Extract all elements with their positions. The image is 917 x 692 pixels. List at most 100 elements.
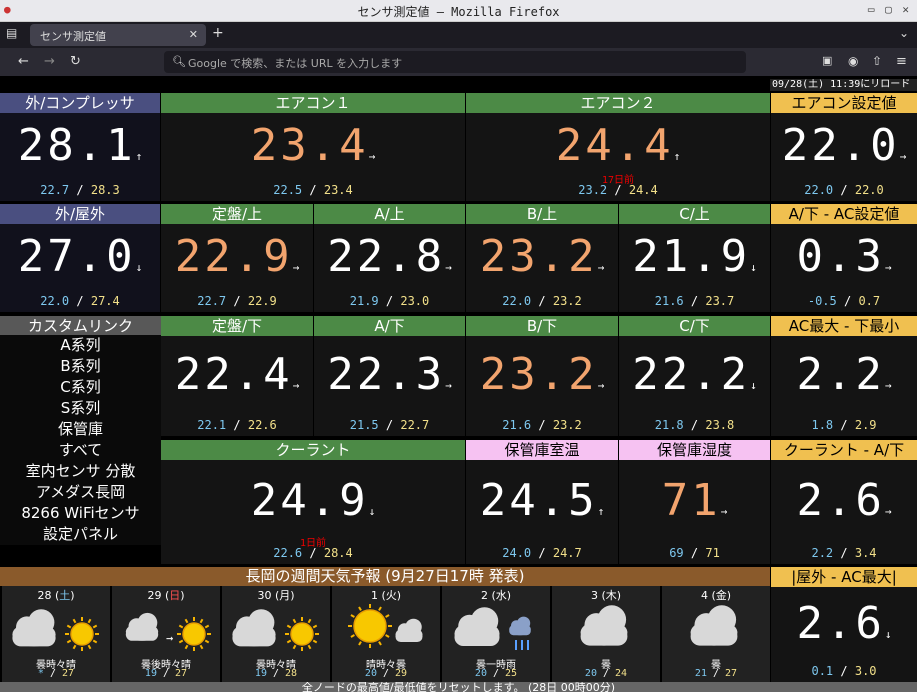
weather-minmax: 19 / 28 bbox=[254, 668, 298, 679]
back-button[interactable]: ← bbox=[18, 54, 29, 69]
sensor-max: 0.7 bbox=[858, 294, 881, 308]
sensor-value: 2.2→ bbox=[796, 349, 892, 400]
trend-arrow-icon: → bbox=[292, 379, 300, 392]
sensor-cell-a-ac[interactable]: 0.3→ -0.5 / 0.7 bbox=[771, 224, 917, 312]
sensor-max: 27.4 bbox=[90, 294, 120, 308]
sensor-min: 22.0 bbox=[502, 294, 532, 308]
sensor-max: 3.4 bbox=[854, 546, 877, 560]
sensor-label-store-hum: 保管庫湿度 bbox=[619, 440, 770, 460]
sensor-cell-ext-comp[interactable]: 28.1↑ 22.7 / 28.3 bbox=[0, 113, 160, 201]
weather-minmax: * / 27 bbox=[37, 668, 75, 679]
sensor-cell-a-up[interactable]: 22.8→ 21.9 / 23.0 bbox=[314, 224, 465, 312]
forward-button[interactable]: → bbox=[44, 54, 55, 69]
trend-arrow-icon: → bbox=[292, 261, 300, 274]
trend-arrow-icon: ↑ bbox=[597, 505, 605, 518]
sensor-cell-c-down[interactable]: 22.2↓ 21.8 / 23.8 bbox=[619, 336, 770, 436]
custom-link-8[interactable]: 8266 WiFiセンサ bbox=[0, 503, 161, 524]
reset-notice[interactable]: 全ノードの最高値/最低値をリセットします。 (28日 00時00分) bbox=[0, 682, 917, 692]
sensor-cell-coolant[interactable]: 24.9↓ 1日前 22.6 / 28.4 bbox=[161, 460, 465, 564]
tab-list-chevron-icon[interactable]: ⌄ bbox=[899, 26, 909, 40]
custom-link-0[interactable]: A系列 bbox=[0, 335, 161, 356]
sensor-max: 23.4 bbox=[323, 183, 353, 197]
sensor-cell-store-hum[interactable]: 71→ 69 / 71 bbox=[619, 460, 770, 564]
sensor-value: 71→ bbox=[661, 475, 728, 526]
sensor-max: 28.4 bbox=[323, 546, 353, 560]
weather-cloud-icon bbox=[580, 605, 628, 646]
window-controls[interactable]: ▭ ▢ ✕ bbox=[868, 3, 911, 16]
sensor-minmax: 0.1 / 3.0 bbox=[811, 664, 877, 678]
sensor-label-tei-up: 定盤/上 bbox=[161, 204, 313, 224]
sensor-min: 22.7 bbox=[197, 294, 227, 308]
weather-cloud-sun-icon bbox=[12, 609, 99, 651]
tab-sensor[interactable]: センサ測定値 ✕ bbox=[30, 24, 206, 46]
sensor-dashboard: 09/28(土) 11:39にリロード 外/コンプレッサ 28.1↑ 22.7 / … bbox=[0, 76, 917, 692]
custom-link-2[interactable]: C系列 bbox=[0, 377, 161, 398]
custom-link-3[interactable]: S系列 bbox=[0, 398, 161, 419]
weather-minmax: 21 / 27 bbox=[694, 668, 738, 679]
sensor-cell-out-ac[interactable]: 2.6↓ 0.1 / 3.0 bbox=[771, 587, 917, 682]
sensor-cell-c-up[interactable]: 21.9↓ 21.6 / 23.7 bbox=[619, 224, 770, 312]
reload-note: 09/28(土) 11:39にリロード bbox=[770, 79, 917, 91]
weather-cloud-icon bbox=[690, 605, 738, 646]
sensor-minmax: 22.5 / 23.4 bbox=[273, 183, 353, 197]
trend-arrow-icon: → bbox=[884, 261, 892, 274]
trend-arrow-icon: → bbox=[884, 505, 892, 518]
sensor-cell-ext-out[interactable]: 27.0↓ 22.0 / 27.4 bbox=[0, 224, 160, 312]
sensor-cell-store-temp[interactable]: 24.5↑ 24.0 / 24.7 bbox=[466, 460, 618, 564]
custom-link-4[interactable]: 保管庫 bbox=[0, 419, 161, 440]
sensor-cell-tei-down[interactable]: 22.4→ 22.1 / 22.6 bbox=[161, 336, 313, 436]
window-titlebar: ● センサ測定値 — Mozilla Firefox ▭ ▢ ✕ bbox=[0, 0, 917, 22]
sensor-cell-b-down[interactable]: 23.2→ 21.6 / 23.2 bbox=[466, 336, 618, 436]
sensor-min: 22.1 bbox=[197, 418, 227, 432]
reload-button[interactable]: ↻ bbox=[70, 54, 81, 69]
custom-link-9[interactable]: 設定パネル bbox=[0, 524, 161, 545]
sensor-label-c-up: C/上 bbox=[619, 204, 770, 224]
custom-link-6[interactable]: 室内センサ 分散 bbox=[0, 461, 161, 482]
nav-bar: ← → ↻ 🔍︎ Google で検索、または URL を入力します ▣ ◉ ⇧… bbox=[0, 48, 917, 76]
sensor-cell-ac-set[interactable]: 22.0→ 22.0 / 22.0 bbox=[771, 113, 917, 201]
sensor-label-b-down: B/下 bbox=[466, 316, 618, 336]
sensor-min: 2.2 bbox=[811, 546, 834, 560]
sensor-cell-ac2[interactable]: 24.4↑ 17日前 23.2 / 24.4 bbox=[466, 113, 770, 201]
sensor-max: 23.0 bbox=[400, 294, 430, 308]
sensor-cell-acmax[interactable]: 2.2→ 1.8 / 2.9 bbox=[771, 336, 917, 436]
menu-icon[interactable]: ≡ bbox=[896, 54, 907, 69]
sensor-minmax: 22.7 / 28.3 bbox=[40, 183, 120, 197]
custom-link-5[interactable]: すべて bbox=[0, 440, 161, 461]
sensor-minmax: 21.6 / 23.2 bbox=[502, 418, 582, 432]
weather-day: 1 (火) 晴時々曇 20 / 29 bbox=[332, 586, 440, 682]
weather-minmax: 20 / 24 bbox=[584, 668, 628, 679]
sensor-value: 23.2→ bbox=[479, 349, 605, 400]
extensions-icon[interactable]: ⇧ bbox=[872, 54, 882, 68]
trend-arrow-icon: ↓ bbox=[750, 261, 757, 274]
sensor-value: 24.5↑ bbox=[479, 475, 605, 526]
sensor-label-coolant-a: クーラント - A/下 bbox=[771, 440, 917, 460]
reader-view-icon[interactable]: ▣ bbox=[822, 54, 832, 67]
sensor-cell-coolant-a[interactable]: 2.6→ 2.2 / 3.4 bbox=[771, 460, 917, 564]
sensor-value: 23.2→ bbox=[479, 231, 605, 282]
sensor-minmax: 24.0 / 24.7 bbox=[502, 546, 582, 560]
trend-arrow-icon: ↓ bbox=[750, 379, 757, 392]
sensor-value: 22.0→ bbox=[781, 120, 907, 171]
sensor-cell-tei-up[interactable]: 22.9→ 22.7 / 22.9 bbox=[161, 224, 313, 312]
trend-arrow-icon: ↑ bbox=[673, 150, 681, 163]
search-icon: 🔍︎ bbox=[172, 55, 186, 68]
close-tab-icon[interactable]: ✕ bbox=[189, 28, 198, 41]
sensor-max: 22.9 bbox=[247, 294, 277, 308]
sensor-cell-b-up[interactable]: 23.2→ 22.0 / 23.2 bbox=[466, 224, 618, 312]
sensor-cell-a-down[interactable]: 22.3→ 21.5 / 22.7 bbox=[314, 336, 465, 436]
sensor-max: 23.2 bbox=[552, 418, 582, 432]
window-title: センサ測定値 — Mozilla Firefox bbox=[357, 5, 560, 19]
sensor-minmax: 21.8 / 23.8 bbox=[654, 418, 735, 432]
custom-link-1[interactable]: B系列 bbox=[0, 356, 161, 377]
new-tab-button[interactable]: + bbox=[212, 25, 224, 41]
weather-minmax: 19 / 27 bbox=[144, 668, 188, 679]
account-icon[interactable]: ◉ bbox=[848, 54, 858, 68]
sensor-label-a-up: A/上 bbox=[314, 204, 465, 224]
trend-arrow-icon: → bbox=[720, 505, 728, 518]
custom-link-7[interactable]: アメダス長岡 bbox=[0, 482, 161, 503]
tab-overview-icon[interactable]: ▤ bbox=[6, 26, 17, 40]
sensor-max: 23.2 bbox=[552, 294, 582, 308]
url-bar[interactable]: 🔍︎ Google で検索、または URL を入力します bbox=[164, 51, 746, 73]
sensor-cell-ac1[interactable]: 23.4→ 22.5 / 23.4 bbox=[161, 113, 465, 201]
